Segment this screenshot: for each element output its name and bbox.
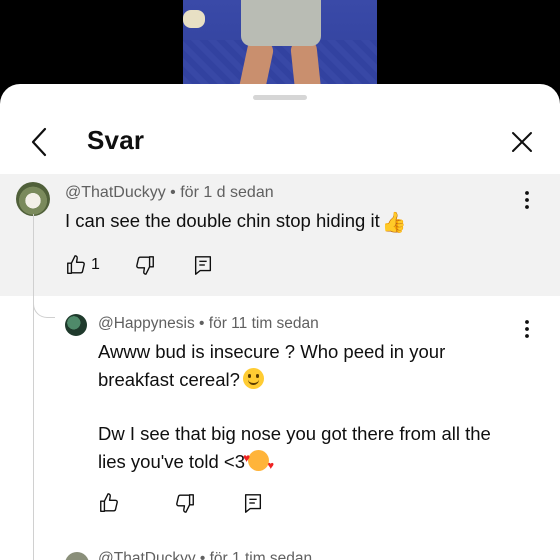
drag-handle[interactable]	[253, 95, 307, 100]
thread-connector	[33, 296, 55, 318]
meta-separator: •	[170, 184, 181, 201]
more-options-button[interactable]	[517, 187, 537, 213]
comment-icon	[194, 256, 211, 275]
like-button[interactable]	[98, 492, 120, 514]
thread-line	[33, 214, 34, 560]
comment-actions: 1	[65, 254, 214, 276]
sheet-title: Svar	[87, 125, 145, 155]
comment-icon	[244, 494, 262, 513]
chevron-left-icon	[31, 127, 47, 157]
parent-comment: @ThatDuckyy • för 1 d sedan I can see th…	[0, 174, 560, 296]
like-count: 1	[91, 256, 100, 273]
thumb-down-icon	[136, 256, 154, 275]
comment-time: för 11 tim sedan	[208, 315, 319, 332]
meta-separator: •	[199, 550, 210, 560]
comment-meta: @ThatDuckyy • för 1 d sedan	[65, 184, 274, 202]
comment-text: Awww bud is insecure ? Who peed in your …	[98, 338, 491, 480]
comment-author[interactable]: @ThatDuckyy	[98, 550, 196, 560]
close-button[interactable]	[504, 124, 540, 160]
comment-text-content: I can see the double chin stop hiding it	[65, 210, 380, 231]
close-icon	[512, 132, 532, 152]
more-vert-icon	[525, 320, 529, 338]
back-button[interactable]	[22, 120, 56, 164]
meta-separator: •	[199, 315, 209, 332]
dislike-button[interactable]	[174, 492, 196, 514]
comment-line: Awww bud is insecure ? Who peed in your	[98, 341, 446, 362]
more-options-button[interactable]	[517, 316, 537, 342]
sheet-header: Svar	[0, 114, 560, 170]
reply-button[interactable]	[242, 492, 264, 514]
comment-line-with-emoji: lies you've told <3	[98, 444, 491, 480]
comment-line: breakfast cereal?	[98, 369, 240, 390]
dislike-button[interactable]	[134, 254, 156, 276]
avatar[interactable]	[65, 552, 89, 560]
comment-actions	[98, 492, 264, 514]
reply-button[interactable]	[192, 254, 214, 276]
comment-line: Dw I see that big nose you got there fro…	[98, 423, 491, 444]
comment-line-with-emoji: breakfast cereal?	[98, 366, 491, 394]
thumbs-up-emoji: 👍	[381, 212, 407, 234]
smile-emoji	[242, 368, 264, 389]
thumb-up-icon	[67, 255, 85, 274]
video-shorts	[241, 0, 321, 46]
thumb-up-icon	[100, 493, 118, 512]
comment-line: lies you've told <3	[98, 451, 245, 472]
thumb-down-icon	[176, 494, 194, 513]
avatar[interactable]	[65, 314, 87, 336]
comment-time: för 1 d sedan	[180, 184, 274, 201]
comment-text: I can see the double chin stop hiding it…	[65, 207, 407, 235]
comment-meta: @Happynesis • för 11 tim sedan	[98, 315, 319, 333]
more-vert-icon	[525, 191, 529, 209]
comment-author[interactable]: @Happynesis	[98, 315, 195, 332]
comment-time: för 1 tim sedan	[209, 550, 313, 560]
comment-meta: @ThatDuckyy • för 1 tim sedan	[98, 550, 312, 560]
comment-author[interactable]: @ThatDuckyy	[65, 184, 166, 201]
replies-sheet: Svar @ThatDuckyy • för 1 d sedan I can s…	[0, 84, 560, 560]
like-button[interactable]: 1	[65, 254, 100, 276]
video-object	[183, 10, 205, 28]
avatar[interactable]	[16, 182, 50, 216]
smiling-face-with-hearts-emoji	[243, 444, 274, 480]
